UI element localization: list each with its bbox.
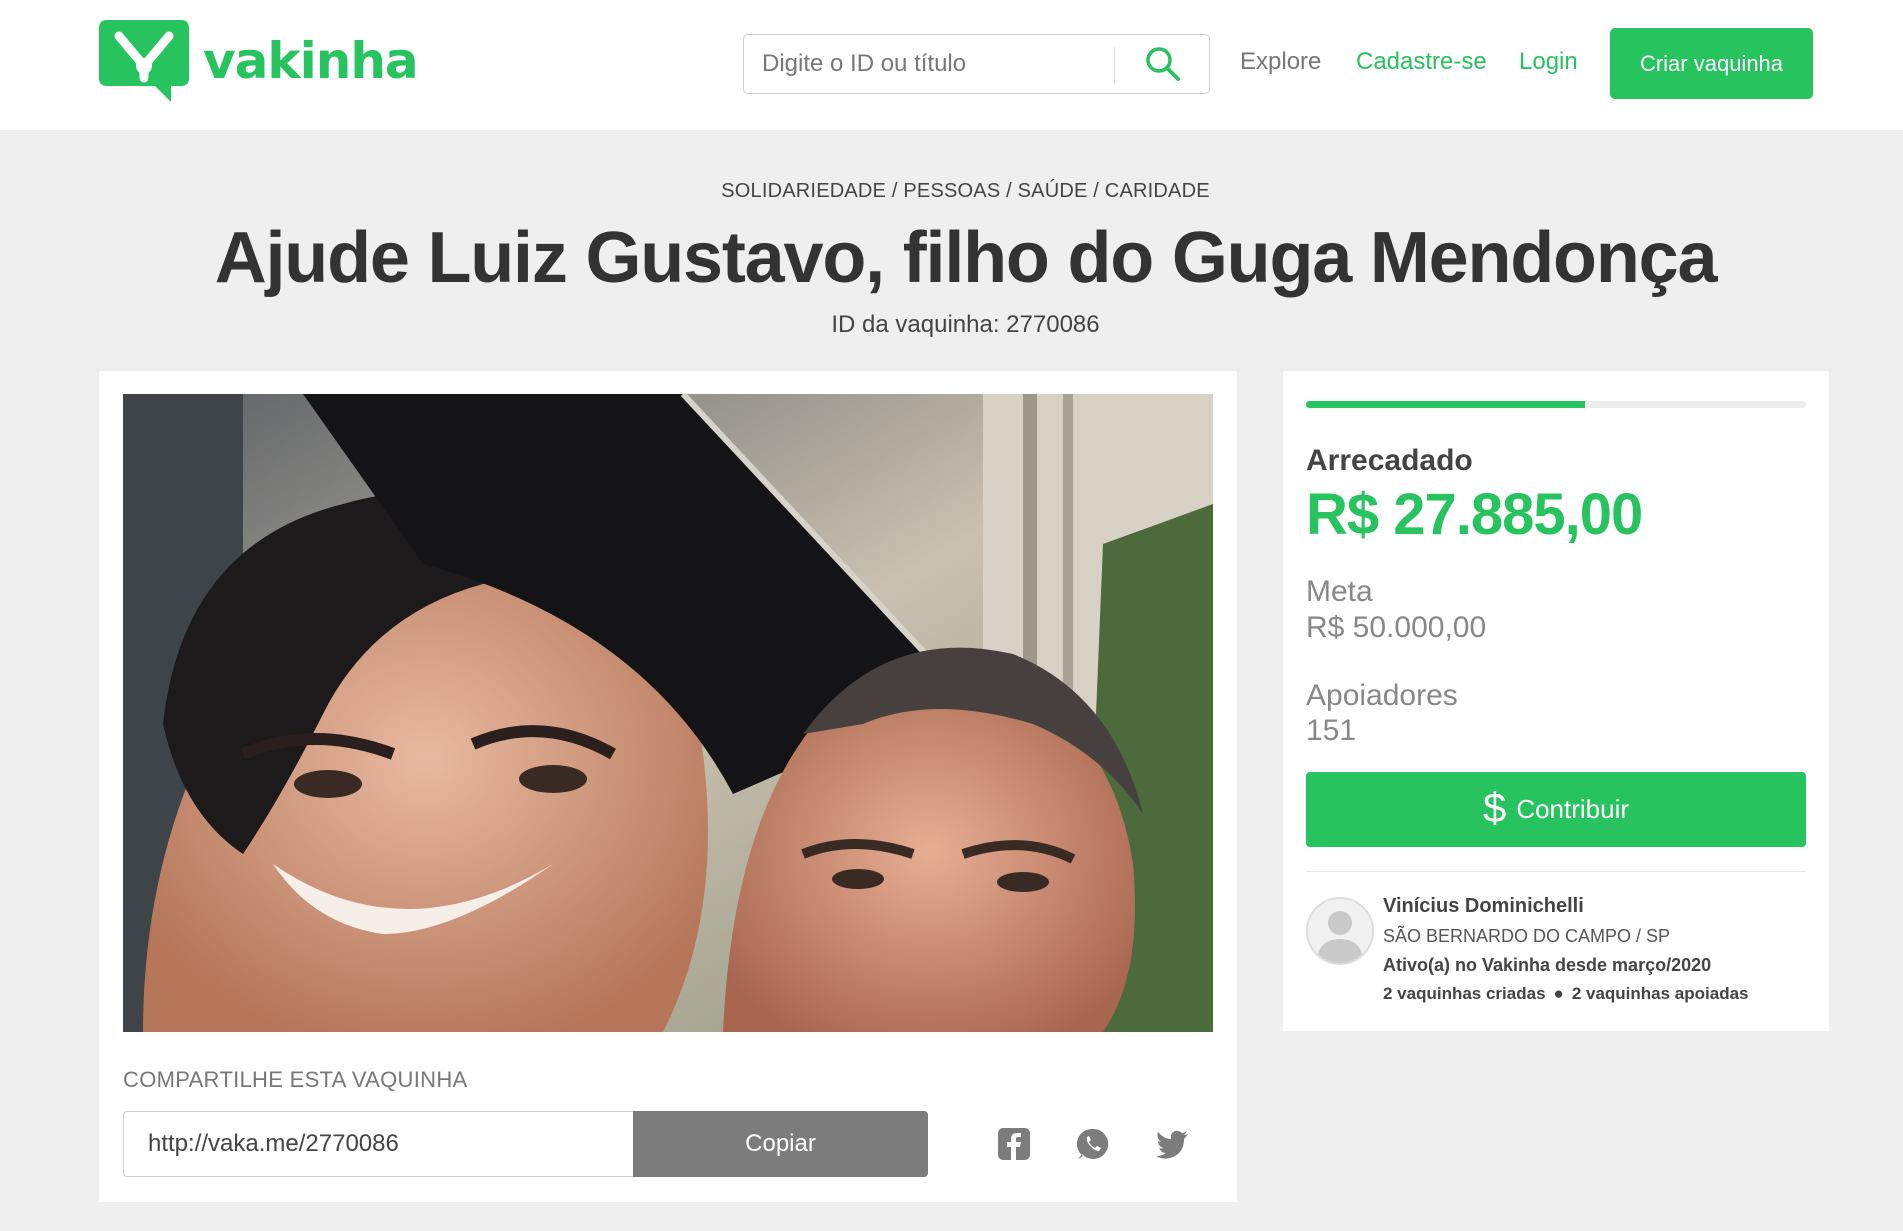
user-icon [1308,899,1372,963]
logo-wordmark: vakinha [203,32,419,90]
whatsapp-icon[interactable] [1076,1127,1110,1161]
nav-explore-link[interactable]: Explore [1240,48,1321,76]
contribute-button[interactable]: $ Contribuir [1306,772,1806,847]
progress-bar [1306,401,1806,408]
campaign-photo-graphic [123,394,1213,1032]
search-input[interactable] [762,45,1122,83]
owner-stats: 2 vaquinhas criadas ● 2 vaquinhas apoiadas [1383,984,1749,1004]
campaign-photo [123,394,1213,1032]
nav-signup-link[interactable]: Cadastre-se [1356,48,1487,76]
owner-location: SÃO BERNARDO DO CAMPO / SP [1383,926,1671,946]
facebook-icon[interactable] [997,1127,1031,1161]
page-title: Ajude Luiz Gustavo, filho do Guga Mendon… [214,218,1718,298]
owner-active-since: Ativo(a) no Vakinha desde março/2020 [1383,955,1712,975]
category-breadcrumb: SOLIDARIEDADE / PESSOAS / SAÚDE / CARIDA… [721,180,1210,202]
supporters-value: 151 [1306,714,1357,747]
search-button[interactable] [1115,35,1210,93]
search-box [743,34,1210,94]
supporters-label: Apoiadores [1306,679,1458,712]
goal-label: Meta [1306,575,1373,608]
owner-name[interactable]: Vinícius Dominichelli [1383,895,1584,918]
raised-value: R$ 27.885,00 [1306,482,1643,547]
contribute-label: Contribuir [1516,794,1630,824]
owner-avatar[interactable] [1306,897,1374,965]
bullet-separator: ● [1553,984,1564,1003]
owner-created-count: 2 vaquinhas criadas [1383,984,1546,1003]
logo-icon [99,20,189,102]
share-label: COMPARTILHE ESTA VAQUINHA [123,1067,468,1092]
site-header: vakinha Explore Cadastre-se Login Criar … [0,0,1903,130]
nav-login-link[interactable]: Login [1519,48,1578,76]
create-vaquinha-button[interactable]: Criar vaquinha [1610,28,1813,99]
share-link-field[interactable] [123,1111,634,1177]
vakinha-logo[interactable]: vakinha [99,20,419,102]
progress-fill [1306,401,1585,408]
twitter-icon[interactable] [1155,1127,1189,1161]
dollar-icon: $ [1482,783,1507,831]
copy-link-button[interactable]: Copiar [633,1111,928,1177]
raised-label: Arrecadado [1306,444,1473,477]
goal-value: R$ 50.000,00 [1306,611,1487,644]
search-icon [1145,47,1180,81]
stats-card: Arrecadado R$ 27.885,00 Meta R$ 50.000,0… [1283,371,1829,1031]
divider [1306,871,1806,872]
vaquinha-id: ID da vaquinha: 2770086 [831,311,1100,338]
owner-supported-count: 2 vaquinhas apoiadas [1571,984,1749,1003]
campaign-card: COMPARTILHE ESTA VAQUINHA Copiar [99,371,1237,1202]
